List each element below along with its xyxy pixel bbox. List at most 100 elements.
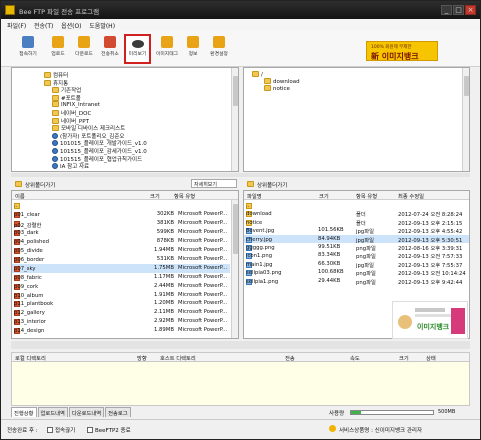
file-type: Microsoft PowerP... bbox=[178, 228, 228, 235]
file-name: p05_divide bbox=[14, 247, 43, 254]
tab-upload-history[interactable]: 업로드내역 bbox=[37, 407, 68, 417]
file-type: Microsoft PowerP... bbox=[178, 309, 228, 316]
q-col-transfer[interactable]: 전송 bbox=[285, 354, 295, 362]
file-name: icon1.png bbox=[246, 253, 273, 260]
local-file-row[interactable]: p08_fabric 1.17MB Microsoft PowerP... bbox=[12, 273, 230, 282]
local-list-scrollbar[interactable] bbox=[231, 200, 238, 338]
image-tag-label: 이미지태그 bbox=[155, 52, 179, 57]
tab-transfer-log[interactable]: 전송로그 bbox=[105, 407, 131, 417]
menu-help[interactable]: 도움말(H) bbox=[89, 21, 115, 30]
file-size: 100.68KB bbox=[318, 269, 344, 276]
col-name[interactable]: 이름 bbox=[15, 192, 25, 200]
exit-checkbox[interactable] bbox=[87, 427, 93, 433]
col-modified[interactable]: 최종 수정일 bbox=[398, 192, 424, 200]
tab-progress[interactable]: 진행상황 bbox=[11, 407, 37, 417]
folder-icon bbox=[52, 94, 59, 101]
remote-folder-tree: / download notice bbox=[243, 67, 470, 172]
remote-file-header: 파일명 크기 항목 유형 최종 수정일 bbox=[244, 191, 469, 200]
menu-transfer[interactable]: 전송(T) bbox=[34, 21, 53, 30]
disconnect-option[interactable]: 접속끊기 bbox=[47, 426, 75, 434]
local-file-list: 이름 크기 항목 유형 .. p01_clear 302KB Microsoft Po… bbox=[11, 190, 239, 339]
settings-button[interactable]: 환경설정 bbox=[206, 34, 232, 64]
image-tag-button[interactable]: 이미지태그 bbox=[154, 34, 180, 64]
remote-tree-item[interactable]: / bbox=[252, 71, 263, 79]
connect-button[interactable]: 접속하기 bbox=[17, 34, 39, 64]
minimize-button[interactable]: _ bbox=[441, 5, 452, 15]
local-file-row[interactable]: p12_gallery 2.11MB Microsoft PowerP... bbox=[12, 308, 230, 317]
q-col-host[interactable]: 호스트 디렉토리 bbox=[160, 354, 196, 362]
remote-parent-folder-button[interactable]: 상위폴더가기 bbox=[257, 181, 287, 189]
preview-button[interactable]: 미리보기 bbox=[124, 34, 151, 64]
file-size: 531KB bbox=[156, 255, 174, 262]
top-ad-banner[interactable]: 100% 회원제 무제한 新 이미지뱅크 bbox=[366, 41, 438, 61]
download-button[interactable]: 다운로드 bbox=[73, 34, 95, 64]
local-file-row[interactable]: p07_sky 1.75MB Microsoft PowerP... bbox=[12, 263, 230, 273]
info-icon bbox=[187, 36, 199, 48]
col-size[interactable]: 크기 bbox=[150, 192, 160, 200]
col-type[interactable]: 항목 유형 bbox=[174, 192, 195, 200]
folder-icon bbox=[52, 87, 59, 94]
horizontal-splitter[interactable] bbox=[11, 173, 470, 177]
local-file-row[interactable]: p02_강렬한 381KB Microsoft PowerP... bbox=[12, 219, 230, 229]
local-tree-scrollbar[interactable] bbox=[231, 68, 238, 171]
local-file-row[interactable]: p05_divide 1.94MB Microsoft PowerP... bbox=[12, 246, 230, 255]
upload-icon bbox=[52, 36, 64, 48]
file-type: Microsoft PowerP... bbox=[178, 255, 228, 262]
q-col-local[interactable]: 로컬 디렉토리 bbox=[15, 354, 46, 362]
menu-options[interactable]: 옵션(O) bbox=[61, 21, 81, 30]
file-type: Microsoft PowerP... bbox=[178, 300, 228, 307]
q-col-size[interactable]: 크기 bbox=[399, 354, 409, 362]
info-button[interactable]: 정보 bbox=[182, 34, 204, 64]
folder-icon bbox=[44, 79, 51, 86]
close-button[interactable]: × bbox=[465, 5, 476, 15]
local-file-row[interactable]: p01_clear 302KB Microsoft PowerP... bbox=[12, 210, 230, 219]
local-file-row[interactable]: p14_design 1.89MB Microsoft PowerP... bbox=[12, 326, 230, 335]
local-file-header: 이름 크기 항목 유형 bbox=[12, 191, 238, 200]
local-tree-label: INFIX_Intranet bbox=[61, 102, 100, 109]
remote-path-bar: 상위폴더가기 bbox=[243, 178, 470, 190]
local-tree-item[interactable]: IA 참고 자료 bbox=[52, 162, 89, 170]
q-col-status[interactable]: 상태 bbox=[426, 354, 436, 362]
upload-button[interactable]: 업로드 bbox=[47, 34, 69, 64]
local-file-row[interactable]: p13_interior 2.92MB Microsoft PowerP... bbox=[12, 317, 230, 326]
local-file-row[interactable]: p09_cork 2.44MB Microsoft PowerP... bbox=[12, 282, 230, 291]
q-col-direction[interactable]: 방향 bbox=[137, 354, 147, 362]
file-size: 101.56KB bbox=[318, 227, 344, 234]
view-mode-select[interactable]: 자세히보기 bbox=[191, 179, 237, 188]
file-size: 66.30KB bbox=[318, 260, 341, 267]
bottom-ad-banner[interactable]: 이미지뱅크 bbox=[392, 301, 468, 339]
tab-download-history[interactable]: 다운로드내역 bbox=[68, 407, 105, 417]
cancel-transfer-button[interactable]: 전송취소 bbox=[99, 34, 121, 64]
web-folder-icon bbox=[52, 140, 58, 147]
connect-label: 접속하기 bbox=[19, 52, 37, 57]
folder-icon bbox=[52, 125, 59, 132]
usage-bar bbox=[350, 410, 434, 415]
file-name: p11_plantbook bbox=[14, 301, 54, 308]
local-file-row[interactable]: p10_album 1.91MB Microsoft PowerP... bbox=[12, 291, 230, 300]
q-col-speed[interactable]: 속도 bbox=[350, 354, 360, 362]
local-file-row[interactable]: p06_border 531KB Microsoft PowerP... bbox=[12, 255, 230, 264]
col-remote-size[interactable]: 크기 bbox=[319, 192, 329, 200]
usage-bar-fill bbox=[351, 411, 361, 414]
col-remote-type[interactable]: 항목 유형 bbox=[356, 192, 377, 200]
local-file-row[interactable]: p11_plantbook 1.20MB Microsoft PowerP... bbox=[12, 299, 230, 308]
remote-file-row[interactable]: sellpia1.png 29.44KB png파일 2012-09-13 오후 9:… bbox=[244, 277, 469, 286]
ad-bottom-brand: 이미지뱅크 bbox=[417, 323, 450, 331]
remote-tree-scrollbar[interactable] bbox=[462, 68, 469, 171]
folder-icon bbox=[52, 117, 59, 124]
disconnect-checkbox[interactable] bbox=[47, 427, 53, 433]
folder-icon bbox=[52, 101, 59, 108]
col-filename[interactable]: 파일명 bbox=[247, 192, 262, 200]
queue-splitter[interactable] bbox=[11, 341, 470, 349]
local-file-row[interactable]: p04_polished 878KB Microsoft PowerP... bbox=[12, 237, 230, 246]
maximize-button[interactable]: □ bbox=[453, 5, 464, 15]
file-type: Microsoft PowerP... bbox=[178, 264, 228, 271]
exit-option[interactable]: BeeFTP2 종료 bbox=[87, 426, 131, 434]
local-parent-folder-button[interactable]: 상위폴더가기 bbox=[25, 181, 55, 189]
local-file-row[interactable]: p03_dark 599KB Microsoft PowerP... bbox=[12, 228, 230, 237]
file-type: Microsoft PowerP... bbox=[178, 219, 228, 226]
remote-tree-item[interactable]: notice bbox=[264, 85, 290, 93]
menu-file[interactable]: 파일(F) bbox=[7, 21, 26, 30]
file-type: Microsoft PowerP... bbox=[178, 318, 228, 325]
local-file-row[interactable]: .. bbox=[12, 201, 230, 210]
